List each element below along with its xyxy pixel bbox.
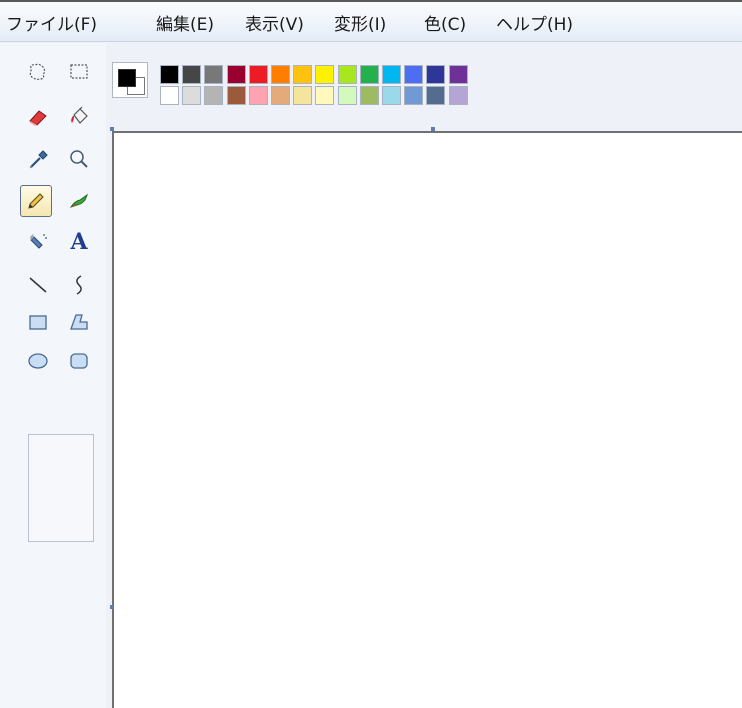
color-swatch[interactable] (315, 65, 334, 84)
color-swatch[interactable] (404, 86, 423, 105)
color-swatch[interactable] (449, 65, 468, 84)
curve-icon[interactable] (63, 269, 95, 301)
resize-handle-left-middle[interactable] (110, 605, 114, 609)
airbrush-icon[interactable] (22, 226, 54, 258)
color-swatch[interactable] (182, 65, 201, 84)
menu-bar: ファイル(F) 編集(E) 表示(V) 変形(I) 色(C) ヘルプ(H) (0, 0, 742, 42)
color-palette (106, 43, 742, 127)
color-swatch[interactable] (360, 86, 379, 105)
color-swatch[interactable] (182, 86, 201, 105)
menu-edit[interactable]: 編集(E) (156, 10, 214, 35)
rounded-rectangle-icon[interactable] (63, 345, 95, 377)
ellipse-icon[interactable] (22, 345, 54, 377)
free-form-select-icon[interactable] (22, 56, 54, 88)
eraser-icon[interactable] (22, 101, 54, 133)
resize-handle-top-left[interactable] (110, 127, 114, 131)
menu-colors[interactable]: 色(C) (424, 10, 466, 35)
magnifier-icon[interactable] (63, 143, 95, 175)
color-swatch[interactable] (449, 86, 468, 105)
color-swatch[interactable] (227, 65, 246, 84)
foreground-color[interactable] (118, 69, 136, 87)
color-picker-icon[interactable] (22, 143, 54, 175)
color-swatch[interactable] (404, 65, 423, 84)
color-swatch[interactable] (160, 86, 179, 105)
menu-help[interactable]: ヘルプ(H) (496, 10, 573, 35)
color-swatch[interactable] (204, 86, 223, 105)
color-swatch[interactable] (360, 65, 379, 84)
brush-icon[interactable] (63, 185, 95, 217)
color-swatch[interactable] (315, 86, 334, 105)
color-swatch[interactable] (271, 65, 290, 84)
resize-handle-top-center[interactable] (431, 127, 435, 131)
line-icon[interactable] (22, 269, 54, 301)
rectangle-icon[interactable] (22, 306, 54, 338)
pencil-icon[interactable] (20, 185, 52, 217)
color-swatch[interactable] (293, 86, 312, 105)
fill-bucket-icon[interactable] (63, 101, 95, 133)
color-swatch[interactable] (293, 65, 312, 84)
menu-image[interactable]: 変形(I) (334, 10, 386, 35)
text-icon[interactable]: A (63, 226, 95, 258)
color-swatch[interactable] (227, 86, 246, 105)
color-swatch[interactable] (338, 86, 357, 105)
color-swatch[interactable] (160, 65, 179, 84)
color-swatch[interactable] (204, 65, 223, 84)
color-swatch[interactable] (382, 65, 401, 84)
color-swatch[interactable] (426, 86, 445, 105)
color-swatch[interactable] (249, 65, 268, 84)
toolbox: A (0, 43, 106, 708)
color-swatch[interactable] (382, 86, 401, 105)
color-swatch[interactable] (249, 86, 268, 105)
drawing-canvas[interactable] (112, 131, 742, 708)
color-swatch[interactable] (426, 65, 445, 84)
tool-options-box[interactable] (28, 434, 94, 542)
color-swatch[interactable] (338, 65, 357, 84)
menu-view[interactable]: 表示(V) (245, 10, 304, 35)
color-swatch[interactable] (271, 86, 290, 105)
canvas-area (106, 127, 742, 708)
current-colors[interactable] (112, 62, 148, 98)
rectangle-select-icon[interactable] (63, 56, 95, 88)
menu-file[interactable]: ファイル(F) (6, 10, 97, 35)
polygon-icon[interactable] (63, 306, 95, 338)
